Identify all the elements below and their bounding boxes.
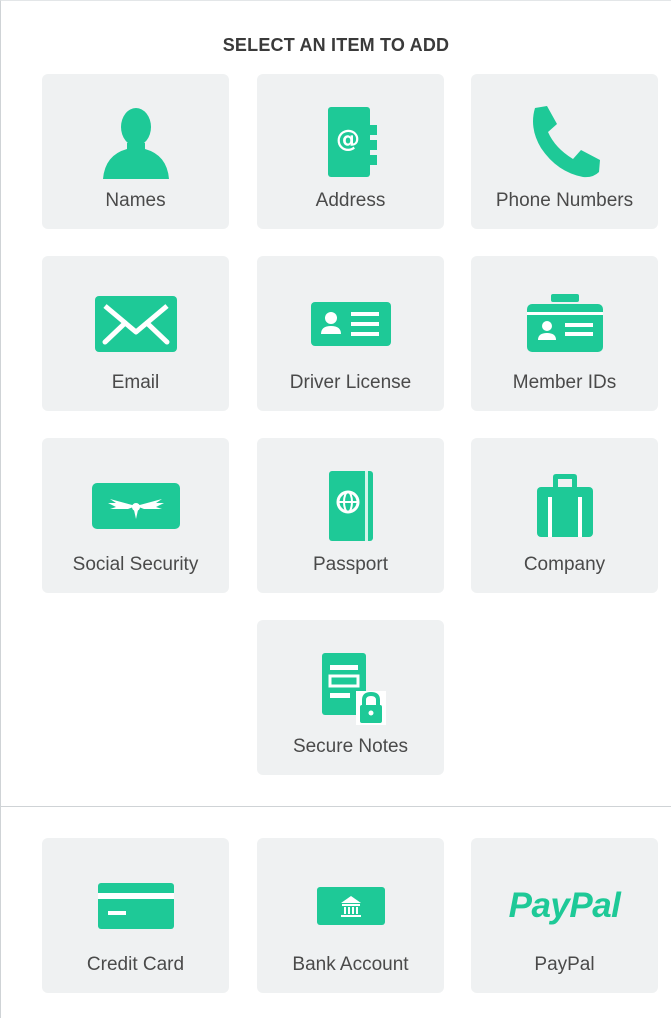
id-card-icon	[257, 286, 444, 362]
tile-label: Secure Notes	[292, 736, 409, 757]
badge-icon	[471, 286, 658, 362]
tile-bank-account[interactable]: Bank Account	[257, 838, 444, 993]
tile-label: PayPal	[534, 954, 595, 975]
tile-address[interactable]: @ Address	[257, 74, 444, 229]
tile-label: Passport	[313, 554, 388, 575]
winged-card-icon	[42, 468, 229, 544]
tile-label: Social Security	[72, 554, 199, 575]
panel-title: SELECT AN ITEM TO ADD	[222, 35, 450, 55]
tile-passport[interactable]: Passport	[257, 438, 444, 593]
locked-note-icon	[257, 650, 444, 726]
bank-icon	[257, 868, 444, 944]
briefcase-icon	[471, 468, 658, 544]
tile-paypal[interactable]: PayPal PayPal	[471, 838, 658, 993]
tile-label: Company	[523, 554, 606, 575]
svg-text:@: @	[336, 125, 360, 153]
tile-credit-card[interactable]: Credit Card	[42, 838, 229, 993]
phone-icon	[471, 104, 658, 180]
tile-member-ids[interactable]: Member IDs	[471, 256, 658, 411]
tile-label: Bank Account	[292, 954, 409, 975]
tile-label: Phone Numbers	[495, 190, 634, 211]
tile-driver-license[interactable]: Driver License	[257, 256, 444, 411]
tile-names[interactable]: Names	[42, 74, 229, 229]
tile-company[interactable]: Company	[471, 438, 658, 593]
person-icon	[42, 104, 229, 180]
tile-social-security[interactable]: Social Security	[42, 438, 229, 593]
tile-label: Names	[105, 190, 166, 211]
tile-email[interactable]: Email	[42, 256, 229, 411]
tile-label: Address	[315, 190, 386, 211]
tile-label: Driver License	[289, 372, 412, 393]
envelope-icon	[42, 286, 229, 362]
tile-label: Credit Card	[86, 954, 185, 975]
add-item-panel: SELECT AN ITEM TO ADD Names @ Address Ph…	[0, 0, 671, 1018]
passport-icon	[257, 468, 444, 544]
tile-secure-notes[interactable]: Secure Notes	[257, 620, 444, 775]
credit-card-icon	[42, 868, 229, 944]
tile-label: Email	[111, 372, 160, 393]
paypal-logo: PayPal	[471, 868, 658, 944]
paypal-logo-text: PayPal	[508, 886, 621, 925]
address-book-icon: @	[257, 104, 444, 180]
tile-label: Member IDs	[512, 372, 617, 393]
tile-phone-numbers[interactable]: Phone Numbers	[471, 74, 658, 229]
section-divider	[1, 806, 671, 807]
